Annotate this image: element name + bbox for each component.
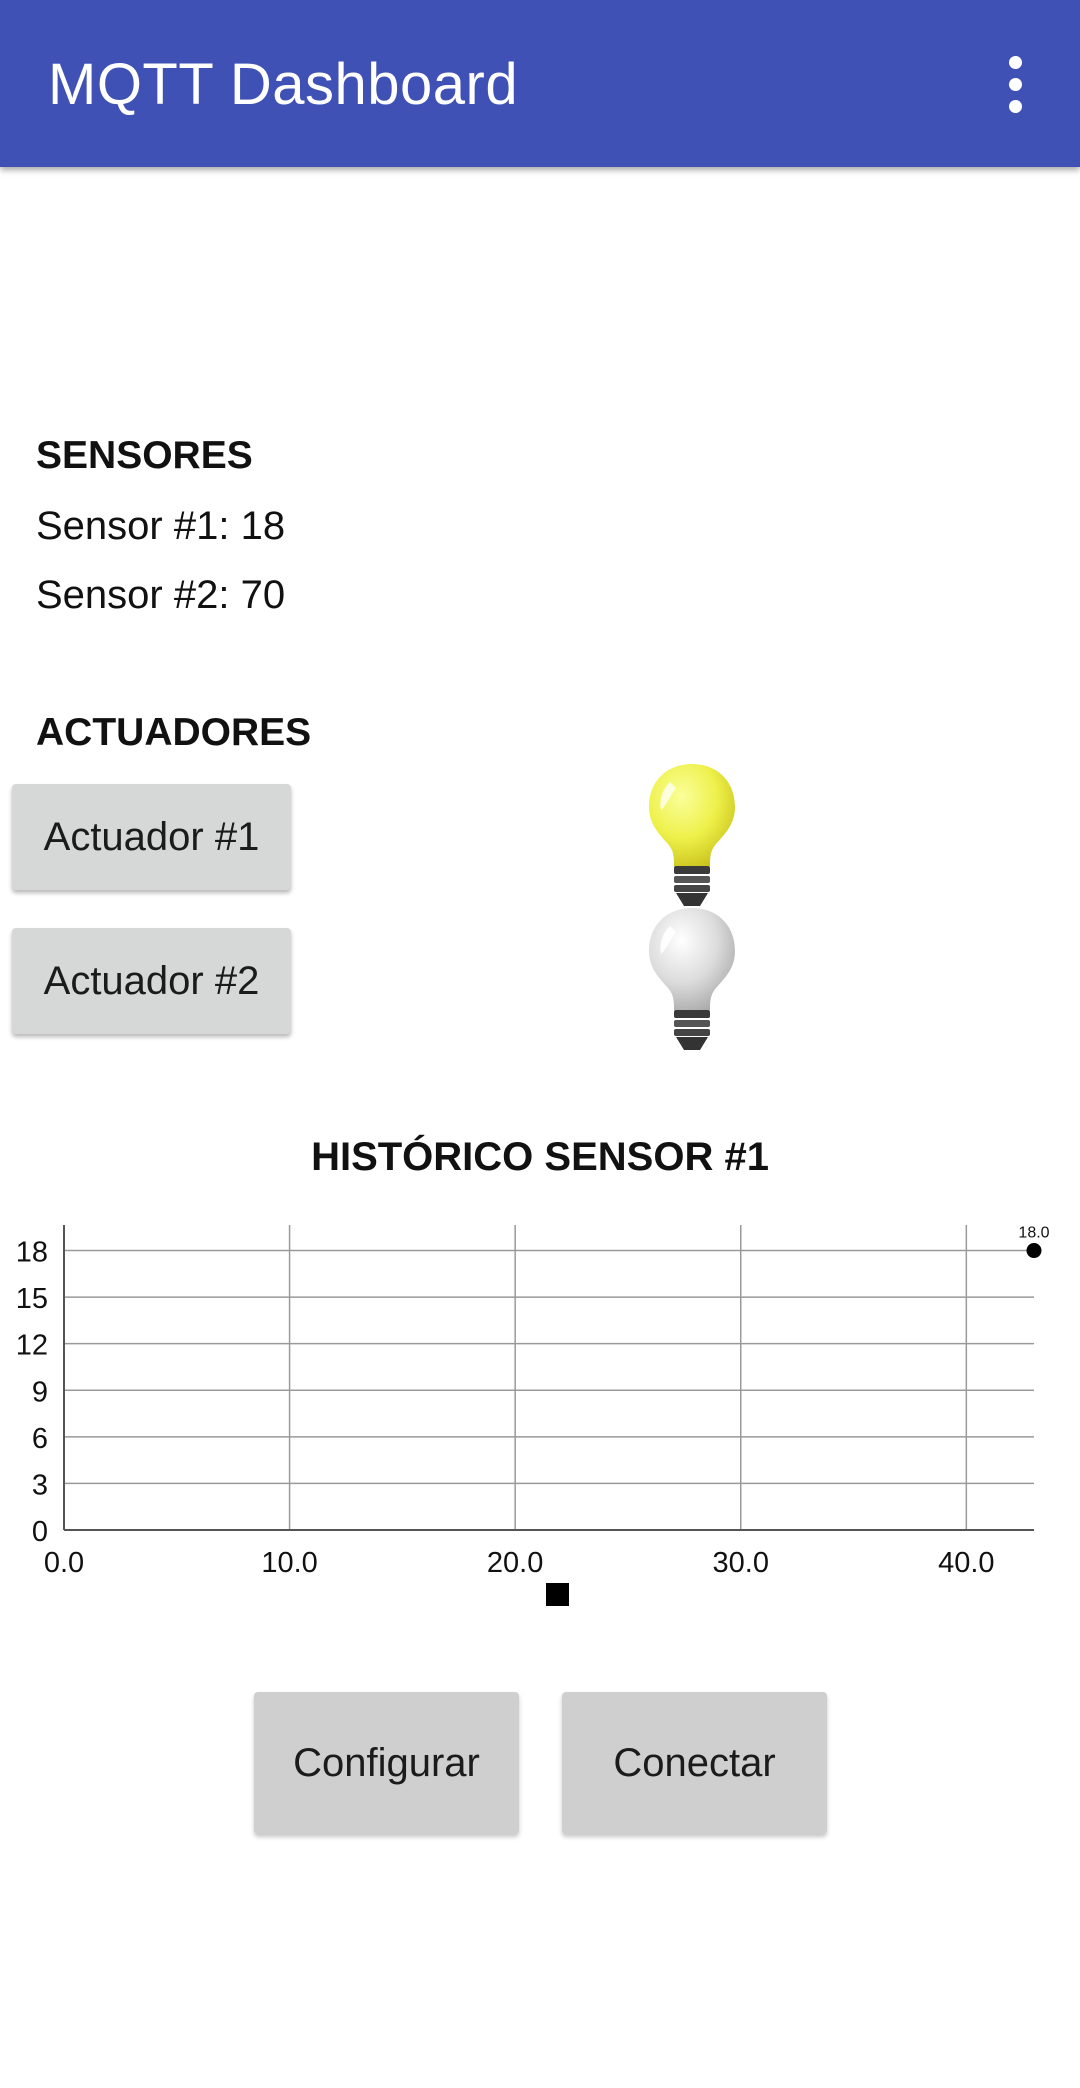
y-axis-ticks: 0 3 6 9 12 15 18 (16, 1237, 48, 1548)
lightbulb-on-icon (649, 764, 735, 906)
legend-marker (546, 1583, 569, 1606)
lightbulb-off-icon (649, 908, 735, 1050)
app-title: MQTT Dashboard (48, 52, 519, 117)
data-point (1026, 1243, 1042, 1259)
y-tick-label: 6 (32, 1423, 48, 1455)
x-tick-label: 20.0 (487, 1547, 543, 1579)
sensor-1-label: Sensor #1: (36, 504, 230, 548)
y-tick-label: 9 (32, 1376, 48, 1408)
y-tick-label: 15 (16, 1283, 48, 1315)
data-label: 18.0 (1018, 1225, 1049, 1242)
more-vert-icon[interactable] (990, 48, 1040, 120)
x-tick-label: 10.0 (261, 1547, 317, 1579)
actuator-2-button[interactable]: Actuador #2 (12, 928, 291, 1034)
y-tick-label: 12 (16, 1330, 48, 1362)
sensor-2-label: Sensor #2: (36, 573, 230, 617)
sensor-history-chart: 0 3 6 9 12 15 18 0.0 10.0 20.0 30.0 40.0 18.0 (16, 1225, 1050, 1606)
x-axis-ticks: 0.0 10.0 20.0 30.0 40.0 (44, 1547, 995, 1579)
sensors-heading: SENSORES (36, 434, 253, 477)
sensor-2-reading: Sensor #2: 70 (36, 571, 285, 619)
actuator-1-button[interactable]: Actuador #1 (12, 784, 291, 890)
x-tick-label: 30.0 (713, 1547, 769, 1579)
y-tick-label: 18 (16, 1237, 48, 1269)
x-tick-label: 40.0 (938, 1547, 994, 1579)
app-bar: MQTT Dashboard (0, 0, 1080, 167)
chart-series: 18.0 (1018, 1225, 1050, 1259)
y-tick-label: 3 (32, 1469, 48, 1501)
connect-button[interactable]: Conectar (562, 1692, 827, 1834)
configure-button[interactable]: Configurar (254, 1692, 519, 1834)
sensor-2-value: 70 (240, 573, 286, 617)
x-tick-label: 0.0 (44, 1547, 84, 1579)
y-tick-label: 0 (32, 1516, 48, 1548)
sensor-1-reading: Sensor #1: 18 (36, 502, 285, 550)
sensor-1-value: 18 (240, 504, 286, 548)
chart-title: HISTÓRICO SENSOR #1 (311, 1135, 769, 1179)
chart-grid (63, 1225, 1034, 1531)
actuators-heading: ACTUADORES (36, 711, 312, 754)
